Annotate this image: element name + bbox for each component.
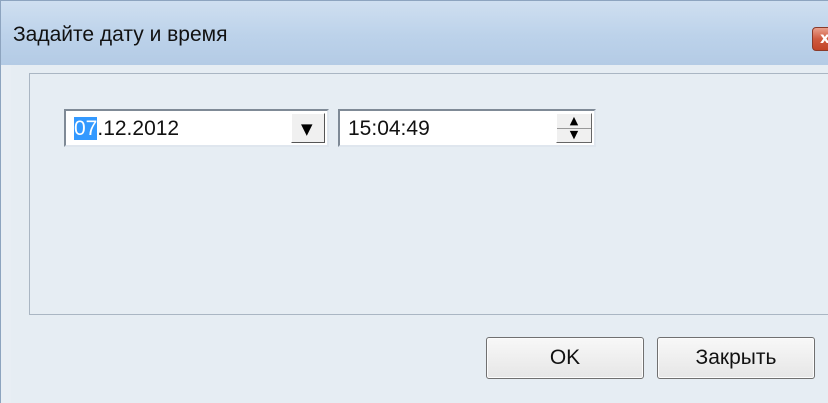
close-button[interactable]: Закрыть xyxy=(657,337,815,379)
window-title: Задайте дату и время xyxy=(13,23,228,46)
time-value[interactable]: 15:04:49 xyxy=(348,117,430,141)
date-dropdown-button[interactable]: ▼ xyxy=(291,113,325,143)
chevron-down-icon: ▼ xyxy=(301,120,313,138)
time-spinner[interactable]: ▲ ▼ xyxy=(556,113,592,143)
time-picker[interactable]: 15:04:49 ▲ ▼ xyxy=(338,109,596,147)
date-rest: .12.2012 xyxy=(97,117,180,140)
title-bar[interactable]: Задайте дату и время x xyxy=(1,1,828,65)
date-day-selected: 07 xyxy=(74,117,98,140)
date-picker[interactable]: 07.12.2012 ▼ xyxy=(64,109,329,147)
spin-down-icon[interactable]: ▼ xyxy=(557,128,591,142)
ok-button[interactable]: OK xyxy=(486,337,644,379)
window-close-button[interactable]: x xyxy=(812,27,828,51)
date-value[interactable]: 07.12.2012 xyxy=(74,117,179,141)
dialog-window: Задайте дату и время x 07.12.2012 ▼ 15:0… xyxy=(0,0,828,403)
close-icon: x xyxy=(820,29,828,47)
spin-up-icon[interactable]: ▲ xyxy=(557,114,591,129)
